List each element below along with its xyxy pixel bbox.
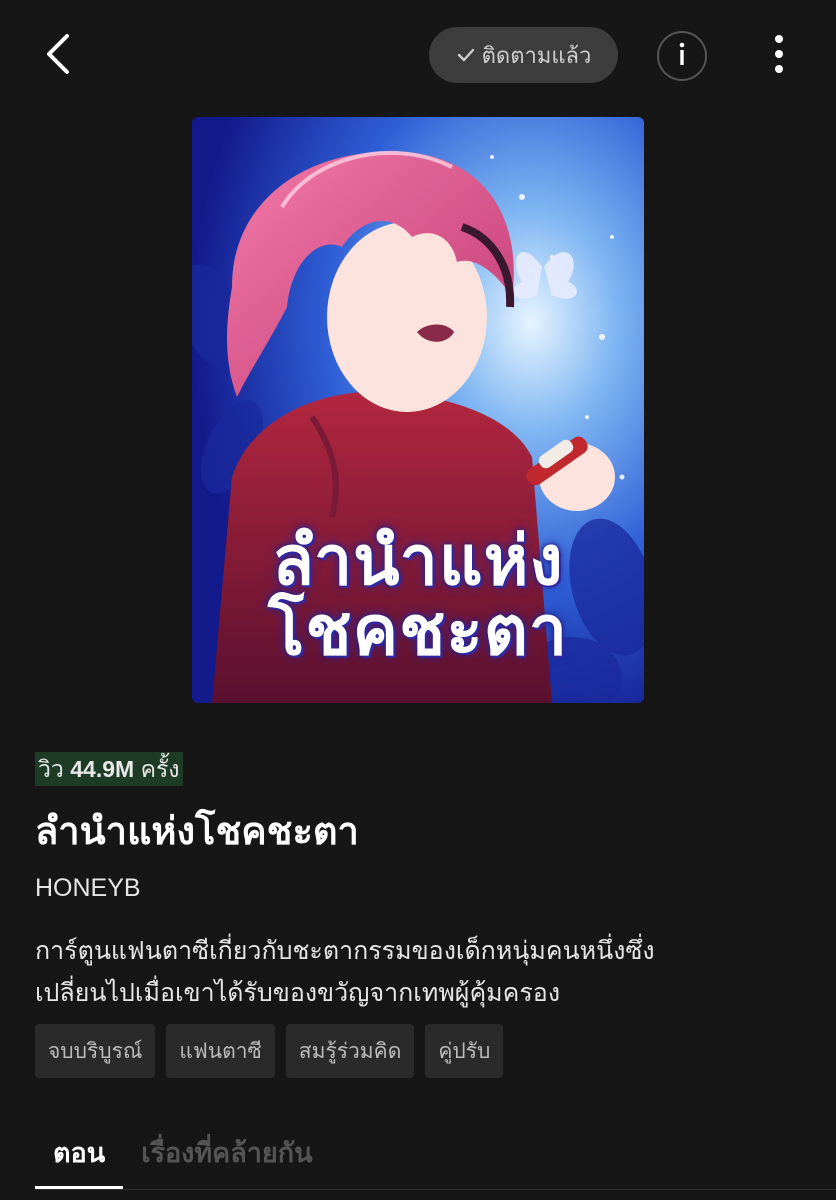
cover-title: ลำนำแห่ง โชคชะตา: [192, 527, 644, 667]
author-name[interactable]: HONEYB: [35, 870, 141, 906]
info-icon: [676, 41, 688, 71]
views-suffix: ครั้ง: [140, 756, 180, 782]
tab-similar-stories[interactable]: เรื่องที่คล้ายกัน: [123, 1128, 330, 1190]
check-icon: [456, 45, 476, 65]
more-vertical-icon: [774, 34, 784, 78]
cover-image: ลำนำแห่ง โชคชะตา: [192, 117, 644, 703]
info-button[interactable]: [657, 31, 707, 81]
description-line-2: เปลี่ยนไปเมื่อเขาได้รับของขวัญจากเทพผู้ค…: [35, 978, 561, 1007]
tag-conspiracy[interactable]: สมรู้ร่วมคิด: [285, 1024, 415, 1078]
top-bar: ติดตามแล้ว: [0, 0, 836, 116]
back-arrow-icon: [43, 32, 73, 80]
view-count: วิว 44.9M ครั้ง: [35, 752, 183, 786]
cover-title-line-1: ลำนำแห่ง: [272, 522, 564, 601]
tag-fantasy[interactable]: แฟนตาซี: [166, 1024, 275, 1078]
description-line-1: การ์ตูนแฟนตาซีเกี่ยวกับชะตากรรมของเด็กหน…: [35, 936, 655, 965]
views-prefix: วิว: [38, 756, 64, 782]
series-description: การ์ตูนแฟนตาซีเกี่ยวกับชะตากรรมของเด็กหน…: [35, 930, 805, 1014]
tab-divider: [35, 1189, 836, 1190]
follow-label: ติดตามแล้ว: [481, 43, 592, 69]
tab-episodes[interactable]: ตอน: [35, 1128, 124, 1190]
cover-title-line-2: โชคชะตา: [267, 592, 569, 671]
tag-rivals[interactable]: คู่ปรับ: [425, 1024, 504, 1078]
views-number: 44.9M: [70, 756, 135, 782]
tab-bar: ตอน เรื่องที่คล้ายกัน: [35, 1128, 331, 1190]
back-button[interactable]: [30, 28, 86, 84]
follow-button[interactable]: ติดตามแล้ว: [429, 27, 618, 83]
tag-list: จบบริบูรณ์ แฟนตาซี สมรู้ร่วมคิด คู่ปรับ: [35, 1024, 504, 1078]
series-title: ลำนำแห่งโชคชะตา: [35, 809, 359, 853]
tag-completed[interactable]: จบบริบูรณ์: [35, 1024, 156, 1078]
more-options-button[interactable]: [756, 31, 802, 81]
